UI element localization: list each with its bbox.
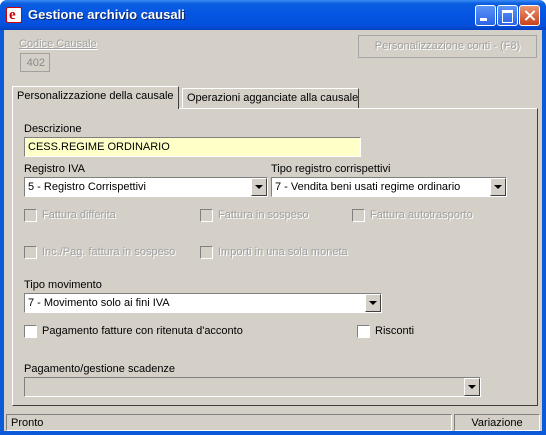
tipo-movimento-select[interactable]: 7 - Movimento solo ai fini IVA [24, 293, 382, 313]
chevron-down-icon[interactable] [251, 178, 267, 196]
tab-label: Personalizzazione della causale [17, 90, 174, 102]
tab-operazioni-agganciate[interactable]: Operazioni agganciate alla causale [182, 88, 359, 108]
window-client: Codice Causale 402 Personalizzazione con… [4, 30, 542, 431]
registro-iva-select[interactable]: 5 - Registro Corrispettivi [24, 177, 268, 197]
status-bar: Pronto Variazione [4, 413, 542, 431]
tipo-registro-label: Tipo registro corrispettivi [271, 163, 391, 175]
checkbox-label: Fattura autotrasporto [370, 209, 473, 221]
checkbox-label: Fattura differita [42, 209, 116, 221]
registro-iva-label: Registro IVA [24, 163, 85, 175]
maximize-icon[interactable] [497, 5, 518, 26]
app-logo-icon[interactable]: e [6, 7, 22, 23]
checkbox-box[interactable] [24, 209, 37, 222]
main-window: e Gestione archivio causali Codice Causa… [0, 0, 546, 435]
window-title: Gestione archivio causali [28, 7, 185, 22]
personalizzazione-conti-button[interactable]: Personalizzazione conti - (F8) [358, 35, 537, 58]
checkbox-box[interactable] [24, 246, 37, 259]
checkbox-box[interactable] [200, 209, 213, 222]
tipo-registro-value: 7 - Vendita beni usati regime ordinario [275, 181, 461, 193]
tab-personalizzazione-causale[interactable]: Personalizzazione della causale [12, 86, 179, 109]
tipo-movimento-value: 7 - Movimento solo ai fini IVA [28, 297, 170, 309]
codice-causale-field: 402 [20, 53, 50, 72]
minimize-icon[interactable] [475, 5, 496, 26]
chevron-down-icon[interactable] [365, 294, 381, 312]
tipo-movimento-label: Tipo movimento [24, 279, 102, 291]
checkbox-box[interactable] [357, 325, 370, 338]
checkbox-label: Importi in una sola moneta [218, 246, 348, 258]
checkbox-label: Fattura in sospeso [218, 209, 309, 221]
app-logo-letter: e [9, 7, 16, 23]
checkbox-box[interactable] [24, 325, 37, 338]
checkbox-label: Inc./Pag. fattura in sospeso [42, 246, 176, 258]
checkbox-label: Risconti [375, 325, 415, 337]
close-icon[interactable] [519, 5, 540, 26]
checkbox-box[interactable] [352, 209, 365, 222]
checkbox-box[interactable] [200, 246, 213, 259]
descrizione-label: Descrizione [24, 123, 82, 135]
checkbox-label: Pagamento fatture con ritenuta d'acconto [42, 325, 243, 337]
status-mode: Variazione [454, 414, 540, 431]
chevron-down-icon[interactable] [464, 378, 480, 396]
pagamento-gestione-select[interactable] [24, 377, 481, 397]
pagamento-gestione-label: Pagamento/gestione scadenze [24, 363, 176, 375]
tipo-registro-select[interactable]: 7 - Vendita beni usati regime ordinario [271, 177, 507, 197]
registro-iva-value: 5 - Registro Corrispettivi [28, 181, 146, 193]
tab-label: Operazioni agganciate alla causale [187, 92, 359, 104]
title-bar[interactable]: e Gestione archivio causali [0, 0, 546, 30]
codice-causale-label: Codice Causale [19, 38, 97, 50]
status-text: Pronto [6, 414, 452, 431]
descrizione-input[interactable]: CESS.REGIME ORDINARIO [24, 137, 361, 157]
chevron-down-icon[interactable] [490, 178, 506, 196]
